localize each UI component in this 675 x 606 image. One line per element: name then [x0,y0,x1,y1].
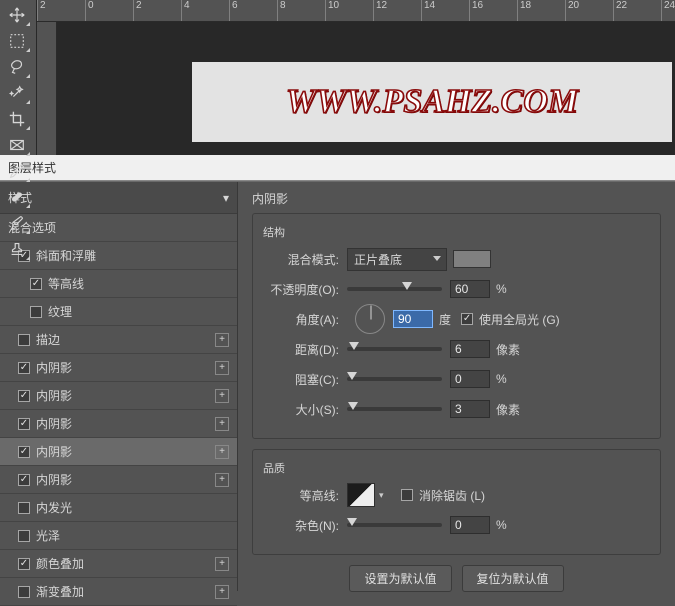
style-checkbox[interactable] [18,362,30,374]
fx-add-button[interactable]: + [215,473,229,487]
stamp-tool[interactable] [3,237,31,261]
opacity-slider[interactable] [347,287,442,291]
toolbox [0,0,37,155]
style-checkbox[interactable] [18,474,30,486]
fx-add-button[interactable]: + [215,361,229,375]
style-row-内阴影[interactable]: 内阴影 + [0,382,237,410]
styles-list-panel: 样式 ▾ 混合选项斜面和浮雕等高线纹理描边+内阴影+内阴影+内阴影+内阴影+内阴… [0,182,238,591]
style-label: 内阴影 [36,443,72,460]
style-row-内阴影[interactable]: 内阴影 + [0,354,237,382]
style-checkbox[interactable] [30,306,42,318]
global-light-checkbox[interactable] [461,313,473,325]
angle-input[interactable] [393,310,433,328]
eyedropper-tool[interactable] [3,159,31,183]
style-row-等高线[interactable]: 等高线 [0,270,237,298]
antialias-checkbox[interactable] [401,489,413,501]
style-label: 颜色叠加 [36,555,84,572]
style-label: 内发光 [36,499,72,516]
style-checkbox[interactable] [18,586,30,598]
style-row-内阴影[interactable]: 内阴影 + [0,410,237,438]
noise-input[interactable] [450,516,490,534]
style-row-光泽[interactable]: 光泽 [0,522,237,550]
style-row-颜色叠加[interactable]: 颜色叠加 + [0,550,237,578]
canvas-area: 202468101214161820222426 WWW.PSAHZ.COM [37,0,675,155]
fx-add-button[interactable]: + [215,557,229,571]
settings-panel: 内阴影 结构 混合模式: 正片叠底 不透明度(O): % 角度(A): 度 [238,182,675,591]
style-checkbox[interactable] [18,334,30,346]
style-label: 渐变叠加 [36,583,84,600]
fx-add-button[interactable]: + [215,445,229,459]
healing-tool[interactable] [3,185,31,209]
style-label: 光泽 [36,527,60,544]
size-slider[interactable] [347,407,442,411]
style-checkbox[interactable] [18,502,30,514]
angle-dial[interactable] [355,304,385,334]
effect-title: 内阴影 [252,190,661,207]
style-label: 等高线 [48,275,84,292]
choke-input[interactable] [450,370,490,388]
opacity-input[interactable] [450,280,490,298]
style-label: 内阴影 [36,471,72,488]
choke-slider[interactable] [347,377,442,381]
styles-menu-icon[interactable]: ▾ [211,191,229,205]
blend-mode-select[interactable]: 正片叠底 [347,248,447,271]
style-checkbox[interactable] [18,418,30,430]
style-row-内发光[interactable]: 内发光 [0,494,237,522]
magic-wand-tool[interactable] [3,81,31,105]
style-row-内阴影[interactable]: 内阴影 + [0,466,237,494]
distance-input[interactable] [450,340,490,358]
crop-tool[interactable] [3,107,31,131]
contour-dropdown-icon[interactable]: ▾ [379,490,391,501]
style-row-纹理[interactable]: 纹理 [0,298,237,326]
style-checkbox[interactable] [18,390,30,402]
marquee-tool[interactable] [3,29,31,53]
lasso-tool[interactable] [3,55,31,79]
style-row-描边[interactable]: 描边 + [0,326,237,354]
style-checkbox[interactable] [18,446,30,458]
quality-group: 品质 等高线: ▾ 消除锯齿 (L) 杂色(N): % [252,449,661,555]
style-label: 内阴影 [36,387,72,404]
brush-tool[interactable] [3,211,31,235]
move-tool[interactable] [3,3,31,27]
style-checkbox[interactable] [18,530,30,542]
fx-add-button[interactable]: + [215,417,229,431]
style-row-混合选项[interactable]: 混合选项 [0,214,237,242]
shadow-color-chip[interactable] [453,250,491,268]
artboard-text: WWW.PSAHZ.COM [286,83,578,121]
fx-add-button[interactable]: + [215,585,229,599]
style-row-斜面和浮雕[interactable]: 斜面和浮雕 [0,242,237,270]
ruler-horizontal: 202468101214161820222426 [37,0,675,22]
style-row-内阴影[interactable]: 内阴影 + [0,438,237,466]
size-input[interactable] [450,400,490,418]
distance-slider[interactable] [347,347,442,351]
contour-picker[interactable] [347,483,375,507]
ruler-vertical [37,22,57,155]
fx-add-button[interactable]: + [215,389,229,403]
artboard[interactable]: WWW.PSAHZ.COM [192,62,672,142]
noise-slider[interactable] [347,523,442,527]
slice-tool[interactable] [3,133,31,157]
style-row-渐变叠加[interactable]: 渐变叠加 + [0,578,237,606]
style-label: 内阴影 [36,359,72,376]
structure-group: 结构 混合模式: 正片叠底 不透明度(O): % 角度(A): 度 使用全局光 … [252,213,661,439]
fx-add-button[interactable]: + [215,333,229,347]
style-checkbox[interactable] [30,278,42,290]
dialog-title: 图层样式 [0,155,675,181]
style-label: 描边 [36,331,60,348]
style-label: 内阴影 [36,415,72,432]
style-label: 纹理 [48,303,72,320]
style-label: 斜面和浮雕 [36,247,96,264]
style-checkbox[interactable] [18,558,30,570]
